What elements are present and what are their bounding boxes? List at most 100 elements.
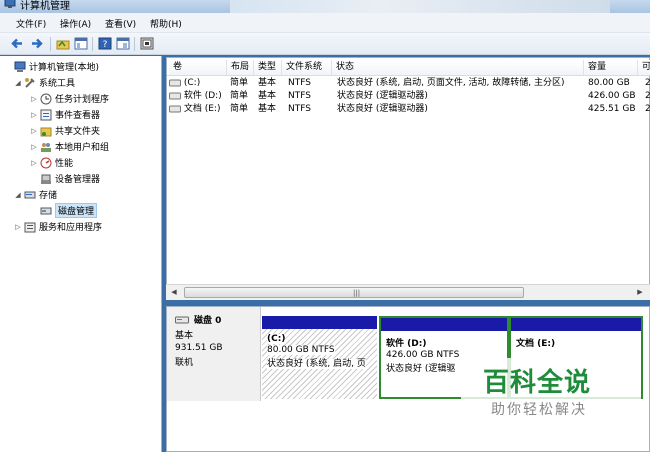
properties-icon[interactable] (116, 37, 130, 50)
disk-type: 基本 (175, 331, 194, 341)
title-bar-blur (230, 0, 610, 13)
layout-cell: 简单 (230, 104, 249, 114)
tree-arrow-collapsed[interactable]: ▷ (30, 127, 38, 135)
status-cell: 状态良好 (逻辑驱动器) (337, 91, 428, 101)
column-header-layout[interactable]: 布局 (227, 60, 254, 75)
column-header-capacity[interactable]: 容量 (584, 60, 638, 75)
horizontal-scrollbar[interactable]: ◀ ||| ▶ (166, 284, 650, 300)
computer-icon (14, 61, 26, 73)
type-cell: 基本 (258, 78, 277, 88)
table-row[interactable]: (C:) 简单 基本 NTFS 状态良好 (系统, 启动, 页面文件, 活动, … (167, 77, 650, 90)
tree-label: 性能 (55, 159, 74, 169)
tree-item-device-manager[interactable]: 设备管理器 (30, 171, 100, 186)
menu-file[interactable]: 文件(F) (16, 17, 46, 30)
menu-bar: 文件(F) 操作(A) 查看(V) 帮助(H) (0, 13, 650, 33)
partition-c[interactable]: (C:) 80.00 GB NTFS 状态良好 (系统, 启动, 页 (262, 316, 377, 399)
free-cell: 2 (645, 91, 650, 101)
scrollbar-thumb[interactable]: ||| (184, 287, 524, 298)
tree-label: 磁盘管理 (55, 203, 98, 218)
drive-icon (169, 92, 181, 99)
disk-icon (175, 316, 189, 323)
column-header-type[interactable]: 类型 (254, 60, 282, 75)
status-cell: 状态良好 (系统, 启动, 页面文件, 活动, 故障转储, 主分区) (337, 78, 565, 88)
tree-arrow-collapsed[interactable]: ▷ (14, 223, 22, 231)
forward-arrow-icon[interactable] (30, 37, 44, 50)
disk-info[interactable]: 磁盘 0 基本 931.51 GB 联机 (167, 307, 261, 401)
tree-item-performance[interactable]: ▷ 性能 (30, 155, 73, 170)
toolbar-separator (134, 37, 135, 51)
users-icon (40, 141, 52, 153)
table-row[interactable]: 文档 (E:) 简单 基本 NTFS 状态良好 (逻辑驱动器) 425.51 G… (167, 103, 650, 116)
volume-cell: 软件 (D:) (169, 90, 227, 103)
navigation-tree: 计算机管理(本地) ◢ 系统工具 ▷ 任务计划程序 ▷ 事件查看器 ▷ 共享文件… (0, 56, 162, 452)
tree-label: 计算机管理(本地) (29, 63, 100, 73)
menu-action[interactable]: 操作(A) (60, 17, 91, 30)
tree-item-computer-management[interactable]: 计算机管理(本地) (4, 59, 99, 74)
partition-size: 80.00 GB NTFS (267, 345, 335, 355)
type-cell: 基本 (258, 91, 277, 101)
column-header-free[interactable]: 可 (638, 60, 650, 75)
menu-view[interactable]: 查看(V) (105, 17, 136, 30)
filesystem-cell: NTFS (288, 104, 311, 114)
partition-name: (C:) (267, 334, 286, 344)
tree-item-storage[interactable]: ◢ 存储 (14, 187, 57, 202)
type-cell: 基本 (258, 104, 277, 114)
tree-label: 共享文件夹 (55, 127, 101, 137)
filesystem-cell: NTFS (288, 91, 311, 101)
refresh-icon[interactable] (140, 37, 154, 50)
tree-item-event-viewer[interactable]: ▷ 事件查看器 (30, 107, 100, 122)
tree-label: 系统工具 (39, 79, 76, 89)
scroll-right-icon[interactable]: ▶ (634, 288, 646, 296)
scrollbar-grip: ||| (353, 289, 361, 297)
header-divider (167, 75, 650, 76)
toolbar-separator (92, 37, 93, 51)
capacity-cell: 426.00 GB (588, 91, 636, 101)
table-row[interactable]: 软件 (D:) 简单 基本 NTFS 状态良好 (逻辑驱动器) 426.00 G… (167, 90, 650, 103)
clock-icon (40, 93, 52, 105)
disk-name-row: 磁盘 0 (175, 313, 260, 326)
filesystem-cell: NTFS (288, 78, 311, 88)
back-arrow-icon[interactable] (10, 37, 24, 50)
shared-folder-icon (40, 125, 52, 137)
computer-management-icon (4, 0, 16, 9)
tree-arrow-expanded[interactable]: ◢ (14, 79, 22, 87)
scroll-left-icon[interactable]: ◀ (168, 288, 180, 296)
tree-item-shared-folders[interactable]: ▷ 共享文件夹 (30, 123, 100, 138)
tree-arrow-collapsed[interactable]: ▷ (30, 111, 38, 119)
tree-label: 设备管理器 (55, 175, 101, 185)
partition-name: 软件 (D:) (386, 339, 427, 349)
folder-up-icon[interactable] (56, 37, 70, 50)
partition-body: (C:) 80.00 GB NTFS 状态良好 (系统, 启动, 页 (262, 329, 377, 399)
tree-item-task-scheduler[interactable]: ▷ 任务计划程序 (30, 91, 109, 106)
volume-cell: (C:) (169, 77, 227, 90)
event-viewer-icon (40, 109, 52, 121)
volume-list: 卷 布局 类型 文件系统 状态 容量 可 (C:) 简单 基本 NTFS 状态良… (166, 57, 650, 300)
tree-label: 任务计划程序 (55, 95, 110, 105)
disk-management-icon (40, 205, 52, 217)
column-header-status[interactable]: 状态 (332, 60, 584, 75)
volume-name: (C:) (183, 78, 201, 88)
tree-label: 服务和应用程序 (39, 223, 103, 233)
status-cell: 状态良好 (逻辑驱动器) (337, 104, 428, 114)
tree-arrow-collapsed[interactable]: ▷ (30, 95, 38, 103)
tree-item-disk-management[interactable]: 磁盘管理 (30, 203, 98, 218)
tree-arrow-expanded[interactable]: ◢ (14, 191, 22, 199)
menu-help[interactable]: 帮助(H) (150, 17, 182, 30)
partition-bar (262, 316, 377, 329)
toolbar-separator (50, 37, 51, 51)
tree-arrow-collapsed[interactable]: ▷ (30, 159, 38, 167)
tree-item-local-users-groups[interactable]: ▷ 本地用户和组 (30, 139, 109, 154)
volume-cell: 文档 (E:) (169, 103, 227, 116)
column-header-filesystem[interactable]: 文件系统 (282, 60, 332, 75)
tree-item-system-tools[interactable]: ◢ 系统工具 (14, 75, 75, 90)
device-manager-icon (40, 173, 52, 185)
performance-icon (40, 157, 52, 169)
tree-item-services-applications[interactable]: ▷ 服务和应用程序 (14, 219, 102, 234)
tree-arrow-collapsed[interactable]: ▷ (30, 143, 38, 151)
column-header-volume[interactable]: 卷 (169, 60, 227, 75)
show-tree-icon[interactable] (74, 37, 88, 50)
toolbar: ? (0, 33, 650, 55)
svg-text:?: ? (103, 40, 108, 50)
drive-icon (169, 105, 181, 112)
help-icon[interactable]: ? (98, 37, 112, 50)
